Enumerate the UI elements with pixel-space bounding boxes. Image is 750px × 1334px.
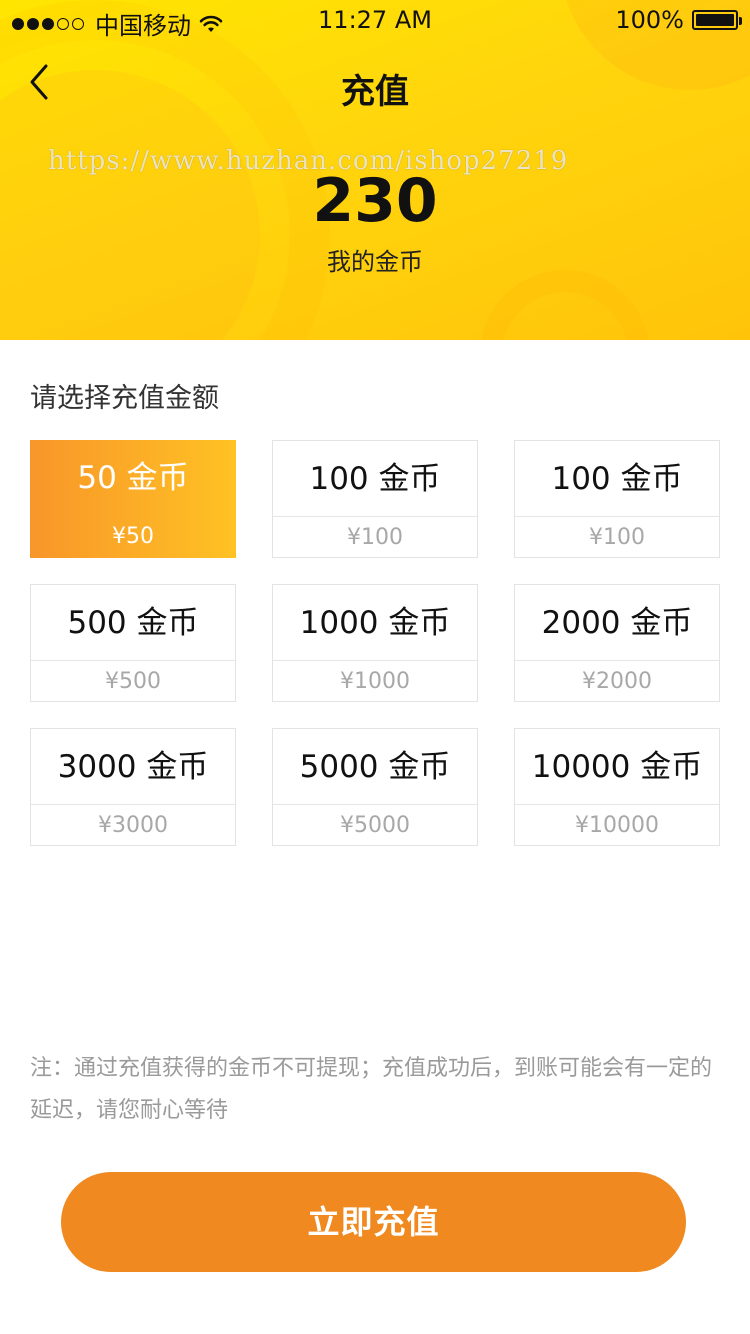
decorative-ring (480, 270, 650, 340)
option-coin-amount: 2000 金币 (541, 605, 693, 641)
battery-icon (692, 10, 742, 30)
watermark-text: https://www.huzhan.com/ishop27219 (48, 146, 569, 176)
recharge-option-card[interactable]: 5000 金币 ¥5000 (272, 728, 478, 846)
recharge-now-button[interactable]: 立即充值 (61, 1172, 686, 1272)
recharge-option-card[interactable]: 1000 金币 ¥1000 (272, 584, 478, 702)
recharge-option-card[interactable]: 500 金币 ¥500 (30, 584, 236, 702)
option-price: ¥10000 (575, 813, 659, 838)
option-price: ¥1000 (340, 669, 410, 694)
option-coin-amount: 3000 金币 (57, 749, 209, 785)
option-price: ¥2000 (582, 669, 652, 694)
section-title: 请选择充值金额 (30, 383, 219, 414)
recharge-option-card[interactable]: 100 金币 ¥100 (514, 440, 720, 558)
option-coin-amount: 500 金币 (67, 605, 199, 641)
recharge-option-card[interactable]: 2000 金币 ¥2000 (514, 584, 720, 702)
coin-balance-label: 我的金币 (327, 248, 423, 276)
recharge-option-card[interactable]: 100 金币 ¥100 (272, 440, 478, 558)
option-coin-amount: 100 金币 (551, 461, 683, 497)
option-price: ¥50 (112, 524, 154, 549)
status-bar: 中国移动 11:27 AM 100% (0, 0, 750, 40)
coin-balance-value: 230 (312, 166, 438, 236)
option-price: ¥500 (105, 669, 161, 694)
option-coin-amount: 10000 金币 (531, 749, 703, 785)
option-coin-amount: 1000 金币 (299, 605, 451, 641)
option-price: ¥5000 (340, 813, 410, 838)
header-banner: 中国移动 11:27 AM 100% 充值 230 https://www.hu… (0, 0, 750, 340)
recharge-option-card[interactable]: 10000 金币 ¥10000 (514, 728, 720, 846)
status-right: 100% (615, 6, 742, 34)
option-price: ¥3000 (98, 813, 168, 838)
recharge-option-card[interactable]: 50 金币 ¥50 (30, 440, 236, 558)
battery-percent: 100% (615, 6, 684, 34)
page-title: 充值 (341, 72, 409, 112)
option-price: ¥100 (589, 525, 645, 550)
recharge-option-card[interactable]: 3000 金币 ¥3000 (30, 728, 236, 846)
recharge-note: 注：通过充值获得的金币不可提现；充值成功后，到账可能会有一定的延迟，请您耐心等待 (30, 1056, 713, 1123)
option-coin-amount: 100 金币 (309, 461, 441, 497)
option-coin-amount: 50 金币 (77, 460, 189, 496)
option-price: ¥100 (347, 525, 403, 550)
option-coin-amount: 5000 金币 (299, 749, 451, 785)
